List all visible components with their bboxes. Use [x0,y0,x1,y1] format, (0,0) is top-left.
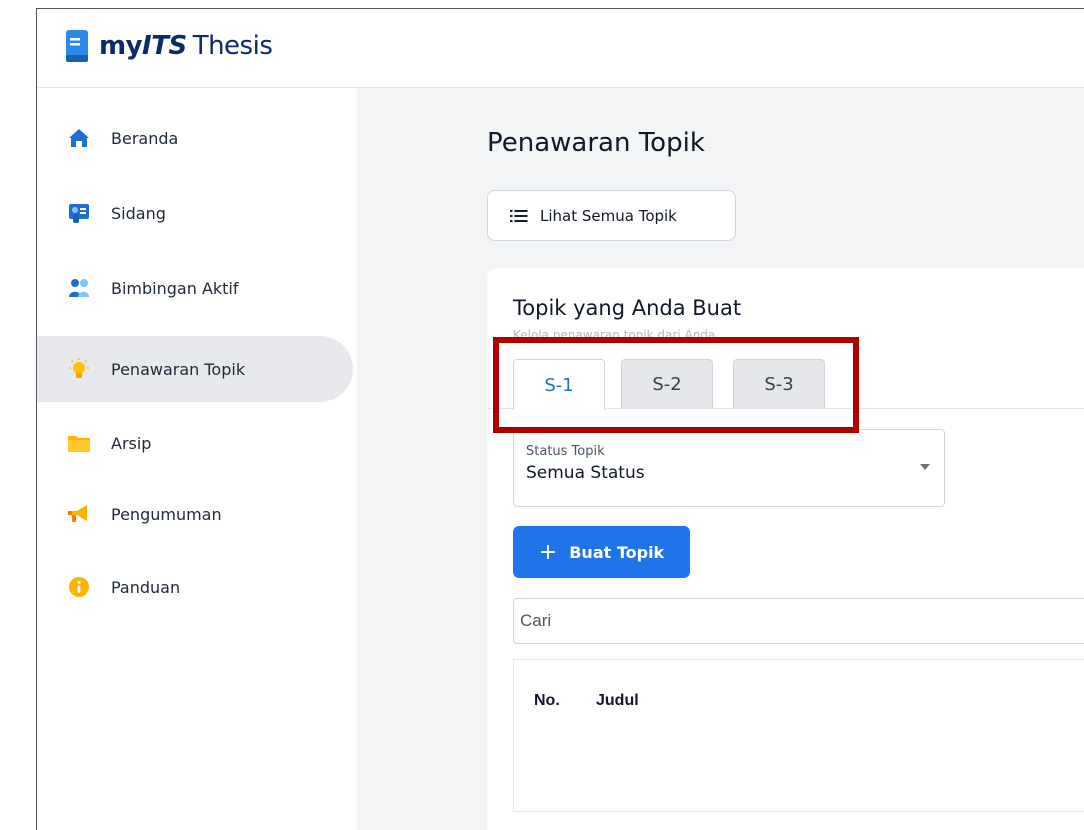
brand-prefix: my [99,31,143,61]
book-logo-icon [66,30,88,62]
folder-icon [67,431,91,455]
table-header-no: No. [534,692,560,709]
users-icon [67,276,91,300]
home-icon [67,126,91,150]
view-all-topics-button[interactable]: Lihat Semua Topik [487,190,736,241]
tab-s1[interactable]: S-1 [513,359,605,410]
sidebar-item-beranda[interactable]: Beranda [37,105,353,171]
lightbulb-icon [67,357,91,381]
sidebar-item-sidang[interactable]: Sidang [37,180,353,246]
status-select-value: Semua Status [526,463,645,483]
top-header: myITS Thesis [37,9,1084,88]
info-icon [67,575,91,599]
sidebar-item-label: Bimbingan Aktif [111,278,239,298]
app-window: myITS Thesis Beranda Sidang Bimbingan Akt… [36,8,1084,830]
sidebar-item-label: Panduan [111,577,181,597]
search-input[interactable] [513,598,1084,644]
page-title: Penawaran Topik [487,128,705,158]
tab-s2[interactable]: S-2 [621,359,713,409]
sidebar-item-panduan[interactable]: Panduan [37,554,353,620]
card-subtitle: Kelola penawaran topik dari Anda [513,328,716,342]
sidebar-item-label: Arsip [111,433,152,453]
app-logo[interactable]: myITS Thesis [65,29,273,63]
brand-suffix: Thesis [192,31,273,61]
view-all-topics-label: Lihat Semua Topik [540,206,677,225]
sidebar-item-penawaran-topik[interactable]: Penawaran Topik [37,336,353,402]
tab-s3[interactable]: S-3 [733,359,825,409]
megaphone-icon [67,502,91,526]
my-topics-card: Topik yang Anda Buat Kelola penawaran to… [487,268,1084,830]
main-content: Penawaran Topik Lihat Semua Topik Topik … [357,88,1084,830]
sidebar-item-label: Beranda [111,128,179,148]
status-select-label: Status Topik [526,444,605,459]
topics-table: No. Judul [513,659,1084,812]
create-topic-label: Buat Topik [569,542,665,562]
list-icon [510,209,528,222]
sidebar-item-label: Sidang [111,203,166,223]
sidebar-item-label: Pengumuman [111,504,222,524]
sidebar: Beranda Sidang Bimbingan Aktif Penawaran… [37,88,357,830]
sidebar-item-label: Penawaran Topik [111,359,246,379]
caret-down-icon [920,464,930,470]
brand-name: myITS Thesis [99,31,273,61]
create-topic-button[interactable]: + Buat Topik [513,526,690,578]
card-title: Topik yang Anda Buat [513,296,742,320]
status-topic-select[interactable]: Status Topik Semua Status [513,429,945,507]
brand-its: ITS [142,31,187,61]
presentation-icon [67,201,91,225]
plus-icon: + [538,539,558,565]
table-header-title: Judul [596,692,639,709]
sidebar-item-arsip[interactable]: Arsip [37,410,353,476]
sidebar-item-bimbingan-aktif[interactable]: Bimbingan Aktif [37,255,353,321]
sidebar-item-pengumuman[interactable]: Pengumuman [37,481,353,547]
